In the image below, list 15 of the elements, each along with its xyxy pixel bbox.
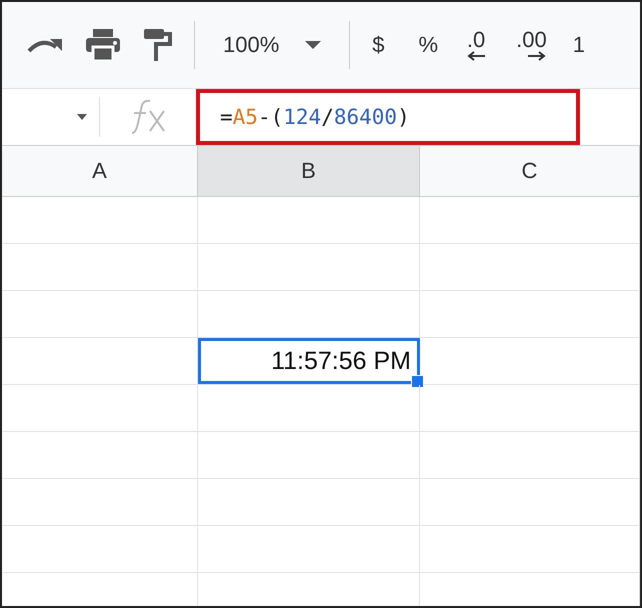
percent-format-button[interactable]: % [408, 25, 448, 65]
dropdown-icon[interactable] [77, 114, 87, 120]
column-header[interactable]: B [198, 146, 420, 196]
column-header[interactable]: C [420, 146, 640, 196]
formula-field[interactable]: =A5-(124/86400) [196, 89, 580, 145]
fill-handle[interactable] [411, 375, 424, 388]
column-header[interactable]: A [2, 146, 198, 196]
left-arrow-icon [466, 51, 486, 61]
right-arrow-icon [526, 51, 547, 61]
caret-icon [305, 41, 322, 49]
more-formats-button[interactable]: 1 [562, 25, 595, 65]
zoom-dropdown[interactable]: 100% [207, 25, 338, 65]
increase-decimals-button[interactable]: .00 [506, 25, 557, 65]
currency-format-button[interactable]: $ [362, 25, 395, 65]
decrease-decimals-button[interactable]: .0 [456, 25, 496, 65]
